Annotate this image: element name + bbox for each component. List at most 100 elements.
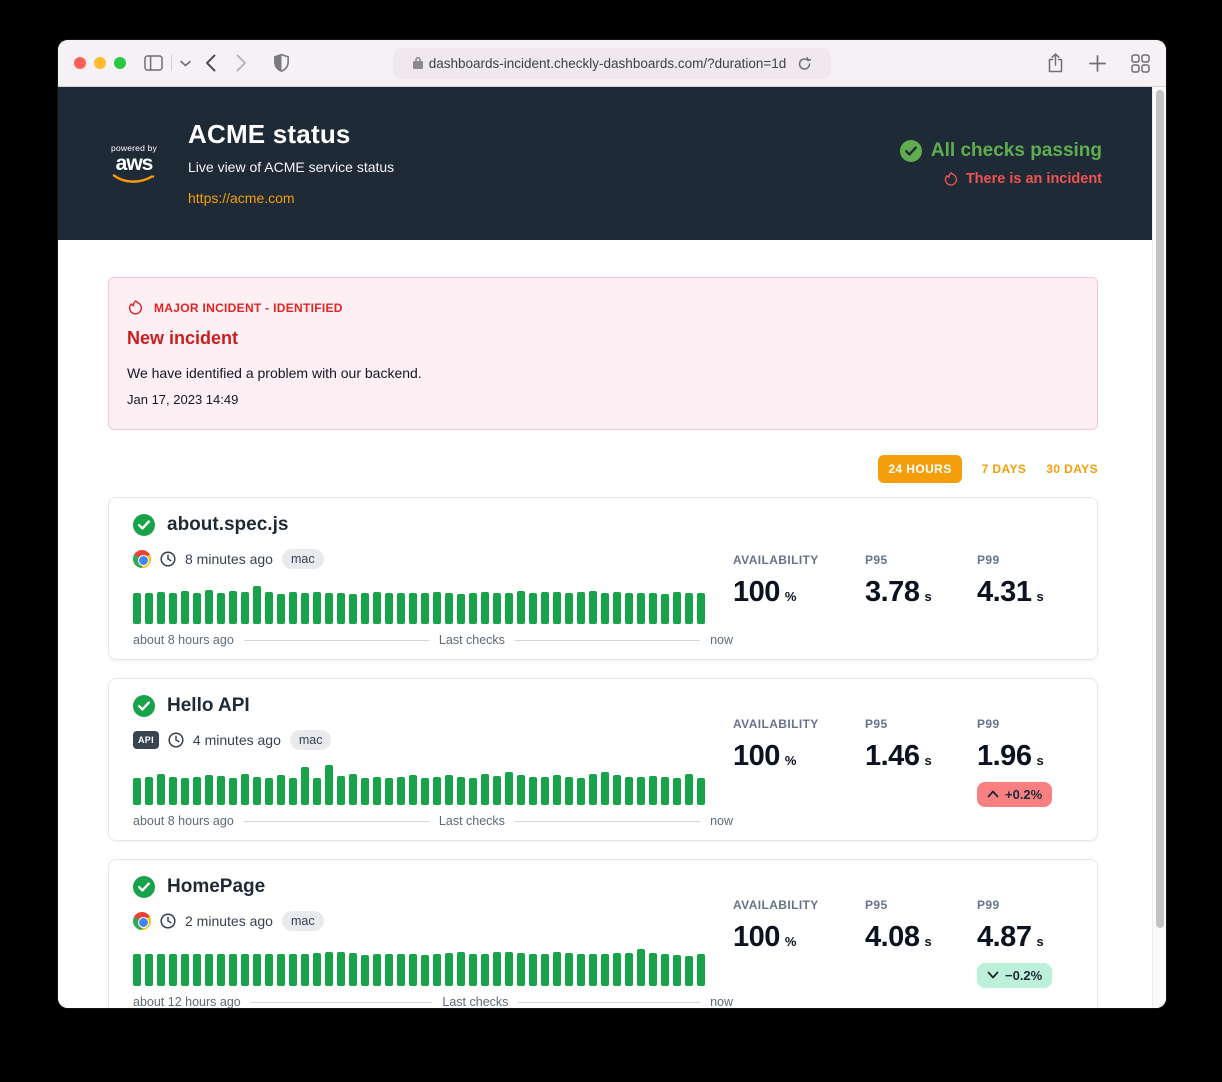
check-card-about-spec-js[interactable]: about.spec.js 8 minutes ago mac about 8 …	[108, 497, 1098, 660]
chrome-icon	[133, 550, 151, 568]
check-card-homepage[interactable]: HomePage 2 minutes ago mac about 12 hour…	[108, 859, 1098, 1008]
p95-value: 4.08	[865, 921, 919, 953]
close-window-button[interactable]	[74, 57, 86, 69]
p99-delta-badge: +0.2%	[977, 782, 1052, 807]
axis-end-label: now	[710, 814, 733, 828]
check-results-chart	[133, 765, 733, 805]
zoom-window-button[interactable]	[114, 57, 126, 69]
minimize-window-button[interactable]	[94, 57, 106, 69]
availability-value: 100	[733, 921, 780, 953]
p99-label: P99	[977, 898, 1073, 912]
p99-delta-badge: −0.2%	[977, 963, 1052, 988]
chevron-down-icon	[987, 971, 999, 979]
p95-label: P95	[865, 553, 977, 567]
p95-value: 1.46	[865, 740, 919, 772]
availability-unit: %	[785, 589, 797, 604]
check-results-chart	[133, 946, 733, 986]
scrollbar-thumb[interactable]	[1156, 90, 1164, 928]
scrollbar-track	[1152, 87, 1166, 1008]
availability-value: 100	[733, 576, 780, 608]
p99-delta-value: −0.2%	[1005, 968, 1042, 983]
sidebar-toggle-icon[interactable]	[144, 55, 163, 71]
incident-badge: MAJOR INCIDENT - IDENTIFIED	[154, 301, 343, 315]
lock-icon	[413, 56, 423, 72]
axis-end-label: now	[710, 633, 733, 647]
aws-logo-text: aws	[116, 153, 153, 174]
back-icon[interactable]	[205, 54, 216, 72]
availability-label: AVAILABILITY	[733, 717, 865, 731]
browser-toolbar: dashboards-incident.checkly-dashboards.c…	[58, 40, 1166, 87]
p99-delta-value: +0.2%	[1005, 787, 1042, 802]
page: powered by aws ACME status Live view of …	[58, 87, 1166, 1008]
axis-mid-label: Last checks	[442, 995, 508, 1008]
chart-axis: about 12 hours ago Last checks now	[133, 995, 733, 1008]
last-run-time: 8 minutes ago	[185, 551, 273, 567]
share-icon[interactable]	[1047, 53, 1064, 73]
incident-banner: MAJOR INCIDENT - IDENTIFIED New incident…	[108, 277, 1098, 430]
p95-label: P95	[865, 717, 977, 731]
last-run-time: 4 minutes ago	[193, 732, 281, 748]
axis-mid-label: Last checks	[439, 814, 505, 828]
status-incident-label: There is an incident	[966, 171, 1102, 187]
forward-icon[interactable]	[236, 54, 247, 72]
incident-timestamp: Jan 17, 2023 14:49	[127, 392, 1079, 407]
time-range-filters: 24 HOURS 7 DAYS 30 DAYS	[108, 455, 1098, 483]
privacy-shield-icon[interactable]	[273, 53, 290, 73]
check-circle-icon	[133, 514, 155, 536]
location-tag: mac	[282, 911, 324, 931]
p99-label: P99	[977, 553, 1073, 567]
availability-value: 100	[733, 740, 780, 772]
incident-message: We have identified a problem with our ba…	[127, 365, 1079, 381]
status-passing-label: All checks passing	[931, 140, 1102, 162]
axis-mid-label: Last checks	[439, 633, 505, 647]
aws-logo: powered by aws	[108, 143, 160, 185]
p99-unit: s	[1036, 589, 1043, 604]
check-title: HomePage	[167, 876, 265, 898]
browser-window: dashboards-incident.checkly-dashboards.c…	[58, 40, 1166, 1008]
availability-label: AVAILABILITY	[733, 898, 865, 912]
filter-24-hours[interactable]: 24 HOURS	[878, 455, 961, 483]
p95-unit: s	[924, 753, 931, 768]
check-card-hello-api[interactable]: Hello API API 4 minutes ago mac about 8 …	[108, 678, 1098, 841]
address-bar[interactable]: dashboards-incident.checkly-dashboards.c…	[393, 48, 831, 79]
filter-30-days[interactable]: 30 DAYS	[1046, 462, 1098, 476]
sidebar-chevron-down-icon[interactable]	[180, 60, 191, 67]
flame-icon	[127, 298, 144, 317]
aws-smile-icon	[112, 174, 156, 185]
axis-start-label: about 8 hours ago	[133, 814, 234, 828]
p99-unit: s	[1036, 753, 1043, 768]
check-circle-icon	[900, 140, 922, 162]
p99-value: 4.31	[977, 576, 1031, 608]
last-run-time: 2 minutes ago	[185, 913, 273, 929]
filter-7-days[interactable]: 7 DAYS	[982, 462, 1027, 476]
status-incident[interactable]: There is an incident	[943, 170, 1102, 188]
site-header: powered by aws ACME status Live view of …	[58, 87, 1152, 240]
chrome-icon	[133, 912, 151, 930]
page-title: ACME status	[188, 119, 394, 150]
availability-label: AVAILABILITY	[733, 553, 865, 567]
status-passing: All checks passing	[900, 140, 1102, 162]
chart-axis: about 8 hours ago Last checks now	[133, 633, 733, 647]
check-results-chart	[133, 584, 733, 624]
p99-unit: s	[1036, 934, 1043, 949]
clock-icon	[168, 732, 184, 748]
location-tag: mac	[290, 730, 332, 750]
p95-unit: s	[924, 589, 931, 604]
new-tab-icon[interactable]	[1089, 55, 1106, 72]
url-text: dashboards-incident.checkly-dashboards.c…	[429, 56, 787, 71]
page-subtitle: Live view of ACME service status	[188, 159, 394, 175]
check-circle-icon	[133, 695, 155, 717]
tab-overview-icon[interactable]	[1131, 54, 1150, 73]
clock-icon	[160, 551, 176, 567]
axis-start-label: about 8 hours ago	[133, 633, 234, 647]
axis-start-label: about 12 hours ago	[133, 995, 241, 1008]
reload-icon[interactable]	[798, 57, 811, 71]
check-title: about.spec.js	[167, 514, 288, 536]
availability-unit: %	[785, 934, 797, 949]
p99-value: 4.87	[977, 921, 1031, 953]
p95-value: 3.78	[865, 576, 919, 608]
availability-unit: %	[785, 753, 797, 768]
p95-unit: s	[924, 934, 931, 949]
axis-end-label: now	[710, 995, 733, 1008]
acme-link[interactable]: https://acme.com	[188, 190, 295, 206]
